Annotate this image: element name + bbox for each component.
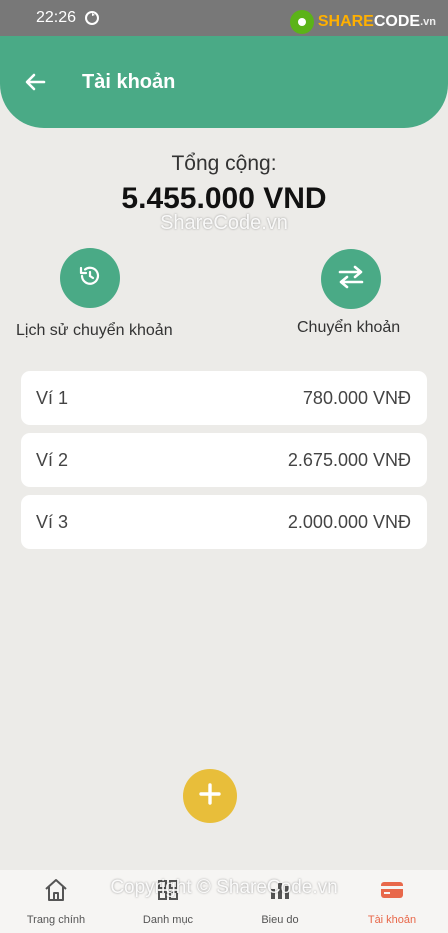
wallet-name: Ví 1 xyxy=(36,387,69,408)
logo-code-text: CODE xyxy=(373,13,421,30)
wallet-amount: 2.000.000 VNĐ xyxy=(287,511,411,532)
screen: 22:26 SHARE CODE .vn Tài khoản Tổng cộng… xyxy=(0,0,448,933)
total-value: 5.455.000 VND xyxy=(121,182,327,215)
logo-vn-text: .vn xyxy=(420,16,436,28)
chart-icon xyxy=(266,876,294,904)
nav-label: Danh mục xyxy=(142,914,194,926)
category-icon xyxy=(154,876,182,904)
bottom-nav: Trang chính Danh mục Bieu do Tài khoản xyxy=(0,870,448,933)
swap-arrows-icon xyxy=(336,264,366,295)
wallet-row[interactable]: Ví 3 2.000.000 VNĐ xyxy=(21,495,427,549)
wallet-name: Ví 2 xyxy=(36,449,69,470)
nav-item-category[interactable]: Danh mục xyxy=(112,870,224,933)
add-wallet-button[interactable] xyxy=(183,769,237,823)
nav-label: Tài khoản xyxy=(367,914,417,926)
transfer-button[interactable] xyxy=(321,249,381,309)
page-title: Tài khoản xyxy=(82,70,176,93)
wallet-amount: 2.675.000 VNĐ xyxy=(287,449,411,470)
wallet-name: Ví 3 xyxy=(36,511,69,532)
back-arrow-icon[interactable] xyxy=(24,71,46,93)
nav-item-home[interactable]: Trang chính xyxy=(0,870,112,933)
transfer-history-label[interactable]: Lịch sử chuyển khoản xyxy=(16,322,173,340)
nav-label: Trang chính xyxy=(26,914,86,926)
watermark-logo: SHARE CODE .vn xyxy=(289,10,436,34)
wallet-row[interactable]: Ví 1 780.000 VNĐ xyxy=(21,371,427,425)
nav-item-chart[interactable]: Bieu do xyxy=(224,870,336,933)
transfer-label[interactable]: Chuyển khoản xyxy=(297,319,400,337)
home-icon xyxy=(42,876,70,904)
center-watermark: ShareCode.vn xyxy=(160,212,288,234)
logo-icon xyxy=(289,10,314,34)
wallet-row[interactable]: Ví 2 2.675.000 VNĐ xyxy=(21,433,427,487)
status-bar: 22:26 SHARE CODE .vn xyxy=(0,0,448,36)
total-label: Tổng cộng: xyxy=(171,152,277,175)
nav-item-account[interactable]: Tài khoản xyxy=(336,870,448,933)
logo-share-text: SHARE xyxy=(317,13,374,30)
sync-icon xyxy=(84,10,100,26)
plus-icon xyxy=(198,782,222,811)
nav-label: Bieu do xyxy=(261,914,299,926)
transfer-history-button[interactable] xyxy=(60,248,120,308)
status-time: 22:26 xyxy=(36,9,77,26)
app-bar: Tài khoản xyxy=(0,36,448,128)
card-icon xyxy=(378,876,406,904)
history-icon xyxy=(77,263,103,294)
wallet-amount: 780.000 VNĐ xyxy=(302,387,411,408)
